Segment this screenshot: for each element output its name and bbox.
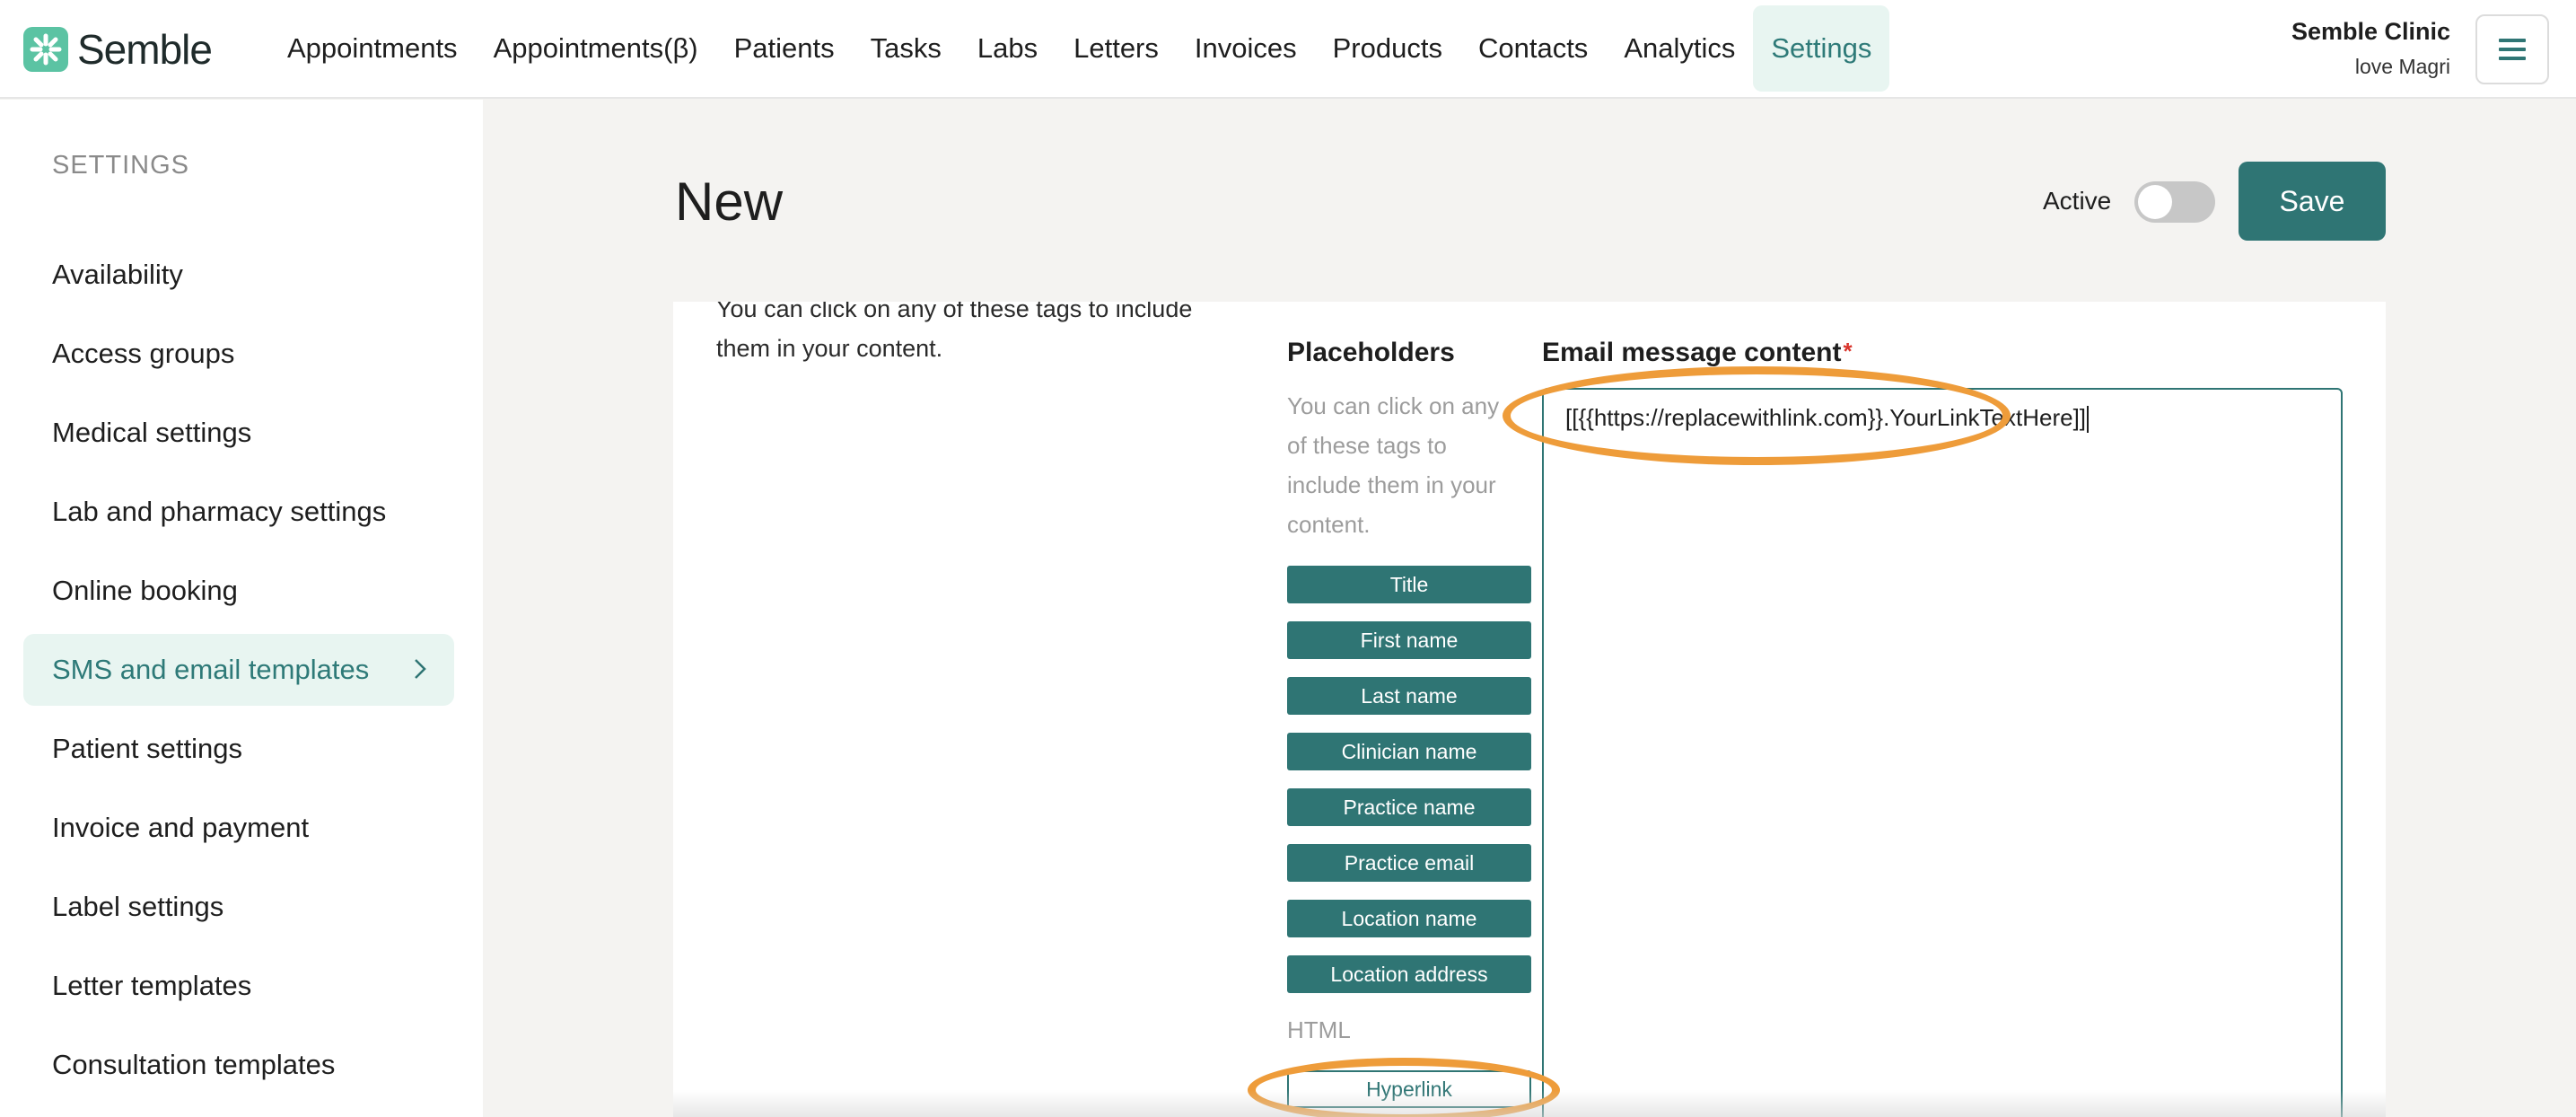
nav-letters[interactable]: Letters [1056, 5, 1177, 92]
nav-invoices[interactable]: Invoices [1177, 5, 1315, 92]
email-content-label: Email message content* [1542, 338, 1853, 368]
placeholders-title: Placeholders [1287, 338, 1455, 367]
hamburger-menu-button[interactable] [2475, 14, 2549, 84]
email-content-editor[interactable]: [[{{https://replacewithlink.com}}.YourLi… [1542, 388, 2343, 1117]
email-content-value: [[{{https://replacewithlink.com}}.YourLi… [1565, 404, 2087, 431]
placeholders-description: You can click on any of these tags to in… [1287, 392, 1500, 538]
html-section-label: HTML [1287, 1016, 1351, 1043]
active-toggle[interactable] [2134, 181, 2215, 223]
sidebar-item-letter-templates[interactable]: Letter templates [23, 950, 454, 1022]
template-content-card: You can click on any of these tags to in… [673, 302, 2386, 1117]
nav-products[interactable]: Products [1315, 5, 1460, 92]
sidebar-item-consultation-templates[interactable]: Consultation templates [23, 1029, 454, 1101]
sidebar-item-label-settings[interactable]: Label settings [23, 871, 454, 943]
placeholder-tag-location-name[interactable]: Location name [1287, 900, 1531, 937]
nav-appointments[interactable]: Appointments [269, 5, 476, 92]
page-title: New [675, 172, 784, 232]
sidebar-item-medical-settings[interactable]: Medical settings [23, 397, 454, 469]
top-navigation-bar: Semble Appointments Appointments(β) Pati… [0, 0, 2576, 99]
main-nav: Appointments Appointments(β) Patients Ta… [269, 5, 1890, 92]
sidebar-heading: SETTINGS [52, 151, 190, 180]
placeholder-tag-last-name[interactable]: Last name [1287, 677, 1531, 715]
toggle-knob [2138, 185, 2172, 219]
active-toggle-label: Active [2043, 187, 2112, 215]
bottom-shadow [673, 1090, 2386, 1117]
placeholder-tag-practice-name[interactable]: Practice name [1287, 788, 1531, 826]
nav-analytics[interactable]: Analytics [1606, 5, 1753, 92]
email-content-text: [[{{https://replacewithlink.com}}.YourLi… [1565, 404, 2090, 434]
clinic-info[interactable]: Semble Clinic love Magri [2291, 18, 2450, 79]
sidebar-item-label: SMS and email templates [52, 654, 370, 685]
sidebar-item-access-groups[interactable]: Access groups [23, 318, 454, 390]
save-button[interactable]: Save [2239, 162, 2386, 241]
nav-contacts[interactable]: Contacts [1460, 5, 1606, 92]
nav-labs[interactable]: Labs [959, 5, 1056, 92]
tags-hint-text: You can click on any of these tags to in… [716, 302, 1193, 362]
chevron-right-icon [415, 659, 426, 679]
sidebar-item-patient-settings[interactable]: Patient settings [23, 713, 454, 785]
nav-appointments-beta[interactable]: Appointments(β) [476, 5, 716, 92]
placeholder-tag-location-address[interactable]: Location address [1287, 955, 1531, 993]
nav-tasks[interactable]: Tasks [853, 5, 959, 92]
hamburger-menu-icon [2499, 39, 2526, 60]
sidebar-item-invoice-payment[interactable]: Invoice and payment [23, 792, 454, 864]
semble-logo-text: Semble [77, 26, 213, 73]
sidebar-item-lab-pharmacy[interactable]: Lab and pharmacy settings [23, 476, 454, 548]
nav-patients[interactable]: Patients [716, 5, 853, 92]
semble-logo[interactable]: Semble [23, 26, 213, 73]
placeholder-tag-practice-email[interactable]: Practice email [1287, 844, 1531, 882]
placeholder-tag-first-name[interactable]: First name [1287, 621, 1531, 659]
placeholder-tag-clinician-name[interactable]: Clinician name [1287, 733, 1531, 770]
user-name: love Magri [2354, 55, 2450, 78]
sidebar-item-availability[interactable]: Availability [23, 239, 454, 311]
nav-settings[interactable]: Settings [1753, 5, 1890, 92]
required-marker: * [1843, 338, 1853, 365]
settings-sidebar: SETTINGS Availability Access groups Medi… [0, 100, 483, 1117]
sidebar-item-sms-email-templates[interactable]: SMS and email templates [23, 634, 454, 706]
clinic-name: Semble Clinic [2291, 18, 2450, 45]
placeholder-tag-title[interactable]: Title [1287, 566, 1531, 603]
text-caret [2087, 406, 2090, 434]
email-content-label-text: Email message content [1542, 338, 1842, 367]
semble-logo-icon [23, 27, 68, 72]
sidebar-item-online-booking[interactable]: Online booking [23, 555, 454, 627]
